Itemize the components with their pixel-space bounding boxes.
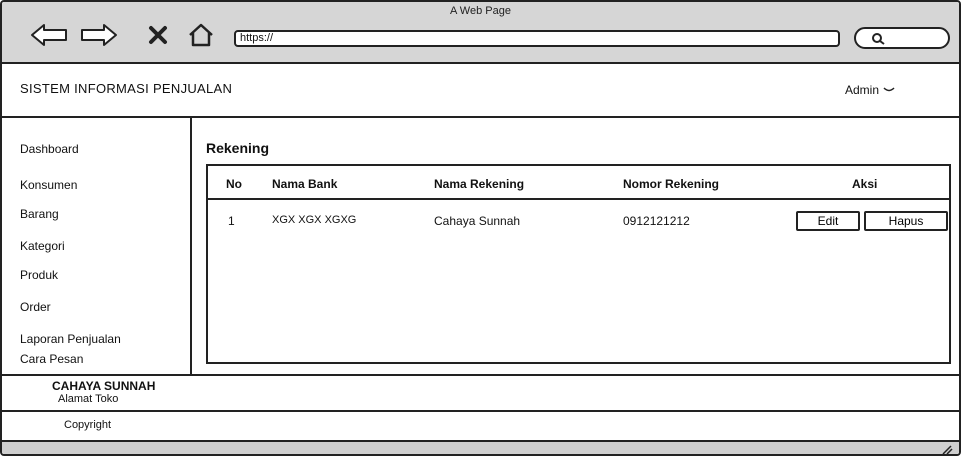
cell-no: 1: [228, 214, 235, 228]
browser-statusbar: [2, 440, 959, 455]
user-menu-label: Admin: [845, 83, 880, 97]
close-x-icon[interactable]: [147, 22, 169, 48]
forward-arrow-icon[interactable]: [78, 22, 120, 48]
user-menu[interactable]: Admin: [845, 83, 895, 97]
browser-window: A Web Page https:// SISTEM INFORMASI PEN…: [0, 0, 961, 456]
home-icon[interactable]: [187, 22, 215, 48]
sidebar-nav: Dashboard Konsumen Barang Kategori Produ…: [2, 118, 192, 374]
sidebar-item-konsumen[interactable]: Konsumen: [20, 178, 77, 192]
edit-button[interactable]: Edit: [796, 211, 860, 231]
footer-copyright: Copyright: [2, 410, 959, 440]
sidebar-item-cara-pesan[interactable]: Cara Pesan: [20, 352, 83, 366]
sidebar-item-order[interactable]: Order: [20, 300, 51, 314]
sidebar-item-produk[interactable]: Produk: [20, 268, 58, 282]
cell-nama-rekening: Cahaya Sunnah: [434, 214, 521, 228]
column-header-nama-bank: Nama Bank: [272, 177, 338, 191]
footer-brand: CAHAYA SUNNAH Alamat Toko: [2, 374, 959, 410]
browser-search-box[interactable]: [854, 27, 950, 49]
cell-nomor-rekening: 0912121212: [623, 214, 690, 228]
back-arrow-icon[interactable]: [28, 22, 70, 48]
sidebar-item-laporan-penjualan[interactable]: Laporan Penjualan: [20, 332, 121, 346]
column-header-nomor-rekening: Nomor Rekening: [623, 177, 720, 191]
sidebar-item-barang[interactable]: Barang: [20, 207, 59, 221]
resize-grip-icon[interactable]: [939, 443, 953, 455]
app-title: SISTEM INFORMASI PENJUALAN: [20, 81, 233, 96]
chevron-down-icon: [883, 87, 895, 92]
page-title: Rekening: [206, 140, 270, 156]
copyright-text: Copyright: [64, 419, 112, 431]
column-header-nama-rekening: Nama Rekening: [434, 177, 525, 191]
cell-nama-bank: XGX XGX XGXG: [272, 214, 357, 226]
main-content: Rekening No Nama Bank Nama Rekening Nomo…: [194, 118, 959, 374]
sidebar-item-dashboard[interactable]: Dashboard: [20, 142, 79, 156]
window-title: A Web Page: [450, 5, 511, 17]
store-name: CAHAYA SUNNAH: [52, 379, 156, 393]
delete-button[interactable]: Hapus: [864, 211, 948, 231]
browser-toolbar: A Web Page https://: [2, 2, 959, 64]
store-address: Alamat Toko: [58, 393, 119, 405]
table-header: No Nama Bank Nama Rekening Nomor Rekenin…: [208, 166, 949, 200]
search-icon: [872, 33, 885, 45]
column-header-no: No: [226, 177, 242, 191]
app-header: SISTEM INFORMASI PENJUALAN Admin: [2, 64, 959, 118]
url-bar[interactable]: https://: [234, 30, 840, 47]
rekening-table: No Nama Bank Nama Rekening Nomor Rekenin…: [206, 164, 951, 364]
sidebar-item-kategori[interactable]: Kategori: [20, 239, 65, 253]
column-header-aksi: Aksi: [852, 177, 878, 191]
